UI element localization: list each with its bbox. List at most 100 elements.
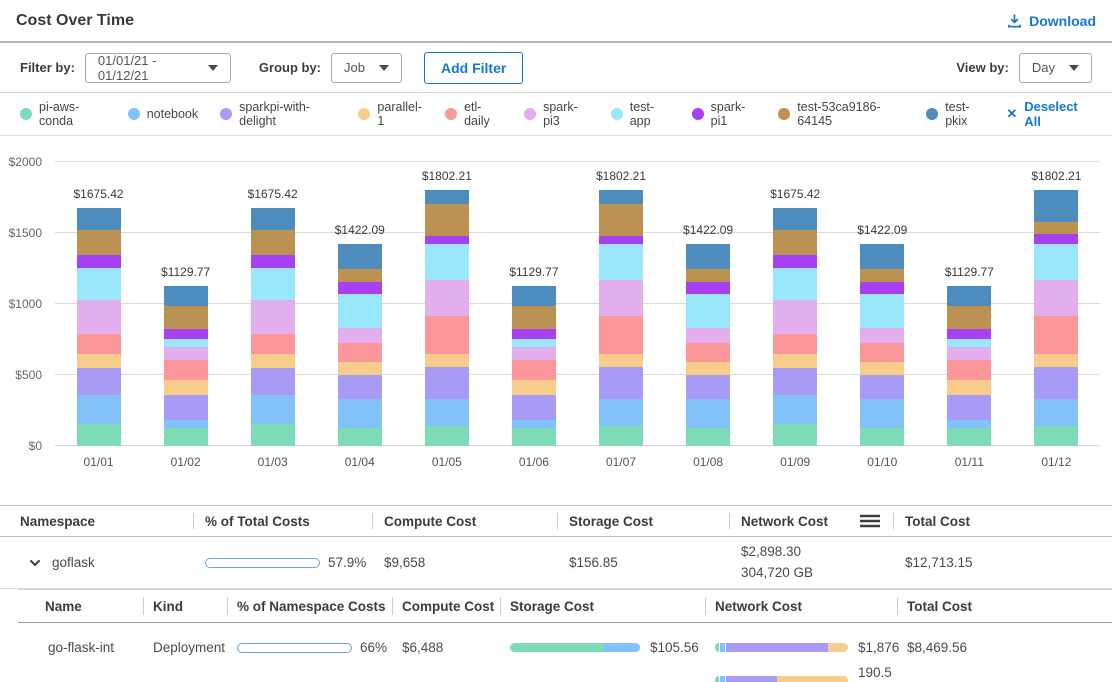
chart-bar[interactable] bbox=[947, 286, 991, 446]
bar-segment-test-app[interactable] bbox=[512, 339, 556, 347]
bar-segment-sparkpi-with-delight[interactable] bbox=[599, 367, 643, 400]
bar-segment-spark-pi3[interactable] bbox=[773, 300, 817, 334]
bar-segment-spark-pi1[interactable] bbox=[1034, 234, 1078, 244]
namespace-expand-toggle[interactable]: goflask bbox=[0, 555, 193, 570]
bar-segment-sparkpi-with-delight[interactable] bbox=[512, 395, 556, 421]
bar-segment-sparkpi-with-delight[interactable] bbox=[164, 395, 208, 421]
bar-segment-test-53ca9186-64145[interactable] bbox=[599, 204, 643, 236]
bar-segment-test-app[interactable] bbox=[77, 268, 121, 300]
bar-segment-spark-pi3[interactable] bbox=[512, 347, 556, 360]
bar-segment-parallel-1[interactable] bbox=[860, 362, 904, 375]
bar-segment-test-53ca9186-64145[interactable] bbox=[773, 230, 817, 255]
bar-segment-spark-pi1[interactable] bbox=[773, 255, 817, 267]
bar-segment-sparkpi-with-delight[interactable] bbox=[425, 367, 469, 400]
bar-segment-test-53ca9186-64145[interactable] bbox=[164, 306, 208, 329]
bar-segment-etl-daily[interactable] bbox=[686, 343, 730, 361]
bar-segment-parallel-1[interactable] bbox=[1034, 354, 1078, 367]
bar-segment-etl-daily[interactable] bbox=[1034, 316, 1078, 354]
legend-item-test-53ca9186-64145[interactable]: test-53ca9186-64145 bbox=[778, 100, 904, 128]
bar-segment-spark-pi3[interactable] bbox=[599, 280, 643, 316]
bar-segment-notebook[interactable] bbox=[338, 399, 382, 428]
bar-segment-notebook[interactable] bbox=[512, 420, 556, 428]
bar-segment-etl-daily[interactable] bbox=[512, 360, 556, 380]
legend-item-pi-aws-conda[interactable]: pi-aws-conda bbox=[20, 100, 106, 128]
bar-segment-test-pkix[interactable] bbox=[164, 286, 208, 307]
bar-segment-spark-pi1[interactable] bbox=[338, 282, 382, 294]
bar-segment-parallel-1[interactable] bbox=[599, 354, 643, 367]
bar-segment-test-pkix[interactable] bbox=[251, 208, 295, 230]
bar-segment-test-53ca9186-64145[interactable] bbox=[338, 269, 382, 282]
bar-segment-notebook[interactable] bbox=[947, 420, 991, 428]
bar-segment-test-app[interactable] bbox=[860, 294, 904, 328]
chart-bar[interactable] bbox=[77, 208, 121, 446]
view-by-select[interactable]: Day bbox=[1019, 53, 1092, 83]
chart-bar[interactable] bbox=[1034, 190, 1078, 446]
legend-item-sparkpi-with-delight[interactable]: sparkpi-with-delight bbox=[220, 100, 336, 128]
bar-segment-test-app[interactable] bbox=[425, 244, 469, 280]
bar-segment-pi-aws-conda[interactable] bbox=[77, 424, 121, 446]
bar-segment-test-pkix[interactable] bbox=[425, 190, 469, 204]
bar-segment-parallel-1[interactable] bbox=[338, 362, 382, 375]
chevron-down-icon[interactable] bbox=[28, 556, 42, 570]
chart-bar[interactable] bbox=[164, 286, 208, 446]
bar-segment-spark-pi1[interactable] bbox=[599, 236, 643, 245]
chart-bar[interactable] bbox=[425, 190, 469, 446]
bar-segment-notebook[interactable] bbox=[164, 420, 208, 428]
bar-segment-spark-pi1[interactable] bbox=[77, 255, 121, 267]
bar-segment-parallel-1[interactable] bbox=[425, 354, 469, 367]
bar-segment-parallel-1[interactable] bbox=[77, 354, 121, 368]
bar-segment-sparkpi-with-delight[interactable] bbox=[1034, 367, 1078, 400]
bar-segment-test-53ca9186-64145[interactable] bbox=[1034, 222, 1078, 234]
bar-segment-test-pkix[interactable] bbox=[860, 244, 904, 268]
bar-segment-sparkpi-with-delight[interactable] bbox=[686, 375, 730, 399]
chart-bar[interactable] bbox=[338, 244, 382, 446]
bar-segment-parallel-1[interactable] bbox=[686, 362, 730, 375]
bar-segment-test-app[interactable] bbox=[773, 268, 817, 300]
bar-segment-parallel-1[interactable] bbox=[947, 380, 991, 395]
legend-item-parallel-1[interactable]: parallel-1 bbox=[358, 100, 423, 128]
bar-segment-parallel-1[interactable] bbox=[512, 380, 556, 395]
bar-segment-pi-aws-conda[interactable] bbox=[599, 426, 643, 446]
chart-bar[interactable] bbox=[686, 244, 730, 446]
bar-segment-pi-aws-conda[interactable] bbox=[860, 428, 904, 446]
chart-bar[interactable] bbox=[251, 208, 295, 446]
bar-segment-spark-pi3[interactable] bbox=[425, 280, 469, 316]
bar-segment-test-53ca9186-64145[interactable] bbox=[947, 306, 991, 329]
bar-segment-etl-daily[interactable] bbox=[599, 316, 643, 354]
bar-segment-test-53ca9186-64145[interactable] bbox=[512, 306, 556, 329]
download-button[interactable]: Download bbox=[1007, 13, 1096, 29]
legend-item-test-pkix[interactable]: test-pkix bbox=[926, 100, 986, 128]
bar-segment-pi-aws-conda[interactable] bbox=[338, 428, 382, 446]
bar-segment-spark-pi3[interactable] bbox=[686, 328, 730, 343]
bar-segment-spark-pi1[interactable] bbox=[164, 329, 208, 339]
bar-segment-notebook[interactable] bbox=[860, 399, 904, 428]
bar-segment-test-pkix[interactable] bbox=[338, 244, 382, 268]
bar-segment-etl-daily[interactable] bbox=[425, 316, 469, 354]
bar-segment-test-pkix[interactable] bbox=[512, 286, 556, 307]
bar-segment-test-app[interactable] bbox=[338, 294, 382, 328]
chart-bar[interactable] bbox=[860, 244, 904, 446]
chart-bar[interactable] bbox=[512, 286, 556, 446]
bar-segment-test-pkix[interactable] bbox=[686, 244, 730, 268]
bar-segment-spark-pi3[interactable] bbox=[338, 328, 382, 343]
bar-segment-test-app[interactable] bbox=[1034, 244, 1078, 280]
bar-segment-pi-aws-conda[interactable] bbox=[1034, 426, 1078, 446]
bar-segment-test-app[interactable] bbox=[599, 244, 643, 280]
bar-segment-test-app[interactable] bbox=[251, 268, 295, 300]
bar-segment-test-app[interactable] bbox=[164, 339, 208, 347]
bar-segment-pi-aws-conda[interactable] bbox=[512, 428, 556, 446]
bar-segment-sparkpi-with-delight[interactable] bbox=[338, 375, 382, 399]
bar-segment-spark-pi3[interactable] bbox=[860, 328, 904, 343]
bar-segment-test-pkix[interactable] bbox=[77, 208, 121, 230]
bar-segment-test-53ca9186-64145[interactable] bbox=[686, 269, 730, 282]
bar-segment-test-app[interactable] bbox=[947, 339, 991, 347]
bar-segment-test-pkix[interactable] bbox=[773, 208, 817, 230]
bar-segment-test-pkix[interactable] bbox=[947, 286, 991, 307]
date-range-select[interactable]: 01/01/21 - 01/12/21 bbox=[85, 53, 231, 83]
bar-segment-parallel-1[interactable] bbox=[773, 354, 817, 368]
bar-segment-notebook[interactable] bbox=[251, 395, 295, 424]
bar-segment-pi-aws-conda[interactable] bbox=[164, 428, 208, 446]
bar-segment-spark-pi1[interactable] bbox=[860, 282, 904, 294]
nested-table-row[interactable]: go-flask-int Deployment 66% $6,488 $105.… bbox=[18, 623, 1112, 682]
bar-segment-spark-pi3[interactable] bbox=[77, 300, 121, 334]
